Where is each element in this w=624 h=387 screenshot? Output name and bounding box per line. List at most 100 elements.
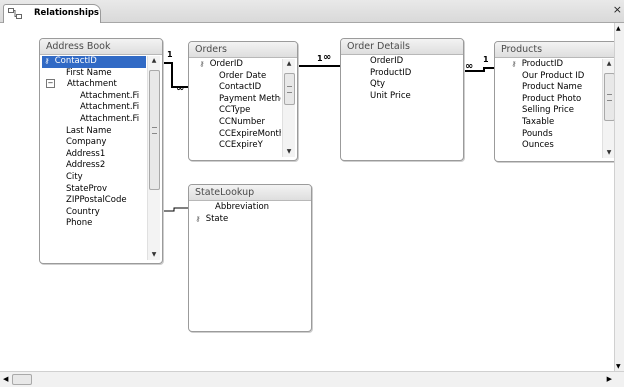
field-label: State (205, 213, 229, 224)
field-label: OrderID (370, 56, 404, 66)
scroll-up-icon[interactable]: ▲ (283, 59, 295, 69)
field-row[interactable]: ⚷ State (191, 214, 309, 226)
field-row[interactable]: ⚷ ContactID (42, 56, 146, 68)
field-row[interactable]: City (42, 172, 146, 184)
table-orders[interactable]: Orders ⚷ OrderID Order Date ContactID Pa… (188, 41, 298, 161)
field-row[interactable]: ContactID (191, 82, 281, 94)
scroll-thumb[interactable] (284, 73, 295, 105)
field-label: City (66, 171, 83, 182)
field-row[interactable]: ProductID (343, 68, 461, 80)
field-row[interactable]: Address2 (42, 160, 146, 172)
field-row[interactable]: Last Name (42, 126, 146, 138)
scroll-up-icon[interactable]: ▲ (148, 56, 160, 66)
field-row[interactable]: Qty (343, 79, 461, 91)
field-row[interactable]: Attachment.Fi (42, 91, 146, 103)
field-row[interactable]: Phone (42, 218, 146, 230)
field-label: Address2 (66, 160, 106, 171)
field-row[interactable]: Selling Price (497, 105, 601, 117)
field-label: ContactID (219, 82, 262, 93)
field-row[interactable]: Product Photo (497, 94, 601, 106)
key-icon: ⚷ (195, 214, 201, 223)
field-label: Unit Price (370, 90, 411, 101)
field-label: Abbreviation (215, 202, 270, 212)
field-row[interactable]: Attachment.Fi (42, 102, 146, 114)
field-label: ZIPPostalCode (66, 195, 127, 206)
field-row[interactable]: StateProv (42, 184, 146, 196)
table-products[interactable]: Products ⚷ ProductID Our Product ID Prod… (494, 41, 618, 162)
field-label: Phone (66, 218, 93, 229)
table-order-details[interactable]: Order Details OrderID ProductID Qty Unit… (340, 38, 464, 161)
field-label: CCNumber (219, 116, 266, 127)
field-row[interactable]: Pounds (497, 129, 601, 141)
relationships-canvas[interactable]: 1 ∞ 1 ∞ ∞ 1 Address Book ⚷ ContactID Fir… (0, 23, 624, 371)
field-row[interactable]: Address1 (42, 149, 146, 161)
close-icon[interactable]: × (613, 3, 622, 16)
scroll-down-icon[interactable]: ▼ (616, 363, 621, 370)
canvas-horizontal-scrollbar[interactable]: ◀ ▶ (0, 371, 624, 387)
field-label: Product Photo (522, 93, 582, 104)
relationships-icon (8, 8, 22, 19)
table-title[interactable]: Products (495, 42, 617, 58)
field-row[interactable]: CCNumber (191, 117, 281, 129)
field-row[interactable]: ⚷ ProductID (497, 59, 601, 71)
field-label: Our Product ID (522, 70, 585, 81)
table-address-book[interactable]: Address Book ⚷ ContactID First Name − Att… (39, 38, 163, 264)
document-tab-bar: Relationships × (0, 0, 624, 23)
table-state-lookup[interactable]: StateLookup Abbreviation ⚷ State (188, 184, 312, 332)
field-row[interactable]: ZIPPostalCode (42, 195, 146, 207)
field-label: CCType (219, 105, 251, 116)
collapse-icon[interactable]: − (46, 79, 55, 89)
field-label: Payment Method (219, 93, 281, 104)
field-label: Attachment.Fi (80, 113, 140, 124)
table-title[interactable]: Order Details (341, 39, 463, 55)
field-row[interactable]: Unit Price (343, 91, 461, 103)
field-row[interactable]: Payment Method (191, 94, 281, 106)
table-title[interactable]: Address Book (40, 39, 162, 55)
scroll-up-icon[interactable]: ▲ (616, 25, 621, 32)
field-row[interactable]: ⚷ OrderID (191, 59, 281, 71)
field-label: Company (66, 137, 107, 148)
field-row[interactable]: Company (42, 137, 146, 149)
vertical-scrollbar[interactable]: ▲ ▼ (147, 56, 160, 260)
field-label: ContactID (54, 56, 97, 66)
field-row[interactable]: Country (42, 207, 146, 219)
field-label: Address1 (66, 148, 106, 159)
scroll-down-icon[interactable]: ▼ (283, 147, 295, 157)
scroll-left-icon[interactable]: ◀ (3, 375, 8, 383)
field-row[interactable]: First Name (42, 68, 146, 80)
field-label: OrderID (209, 59, 243, 69)
key-icon: ⚷ (199, 60, 205, 68)
field-label: Attachment (67, 79, 117, 90)
field-row[interactable]: CCType (191, 105, 281, 117)
scroll-down-icon[interactable]: ▼ (148, 250, 160, 260)
table-title[interactable]: StateLookup (189, 185, 311, 201)
canvas-vertical-scrollbar[interactable]: ▲ ▼ (614, 23, 624, 372)
field-label: Ounces (522, 140, 554, 151)
field-row[interactable]: Abbreviation (191, 202, 309, 214)
field-label: CCExpireY (219, 140, 263, 151)
field-row[interactable]: Ounces (497, 140, 601, 150)
field-row[interactable]: CCExpireMonth (191, 129, 281, 141)
field-label: ProductID (370, 67, 412, 78)
scroll-thumb[interactable] (12, 374, 32, 385)
scroll-right-icon[interactable]: ▶ (607, 375, 612, 383)
field-row[interactable]: − Attachment (42, 79, 146, 91)
field-row[interactable]: Product Name (497, 82, 601, 94)
field-row[interactable]: Taxable (497, 117, 601, 129)
field-label: Country (66, 206, 100, 217)
field-row[interactable]: OrderID (343, 56, 461, 68)
tab-label: Relationships (34, 8, 99, 18)
vertical-scrollbar[interactable]: ▲ ▼ (282, 59, 295, 157)
field-label: Last Name (66, 125, 112, 136)
scroll-thumb[interactable] (149, 70, 160, 190)
field-label: First Name (66, 67, 112, 78)
relationships-tab[interactable]: Relationships (3, 4, 101, 23)
table-title[interactable]: Orders (189, 42, 297, 58)
field-row[interactable]: CCExpireY (191, 140, 281, 150)
field-row[interactable]: Attachment.Fi (42, 114, 146, 126)
field-label: CCExpireMonth (219, 128, 281, 139)
field-label: Selling Price (522, 105, 574, 116)
field-row[interactable]: Our Product ID (497, 71, 601, 83)
field-label: Product Name (522, 82, 583, 93)
field-row[interactable]: Order Date (191, 71, 281, 83)
